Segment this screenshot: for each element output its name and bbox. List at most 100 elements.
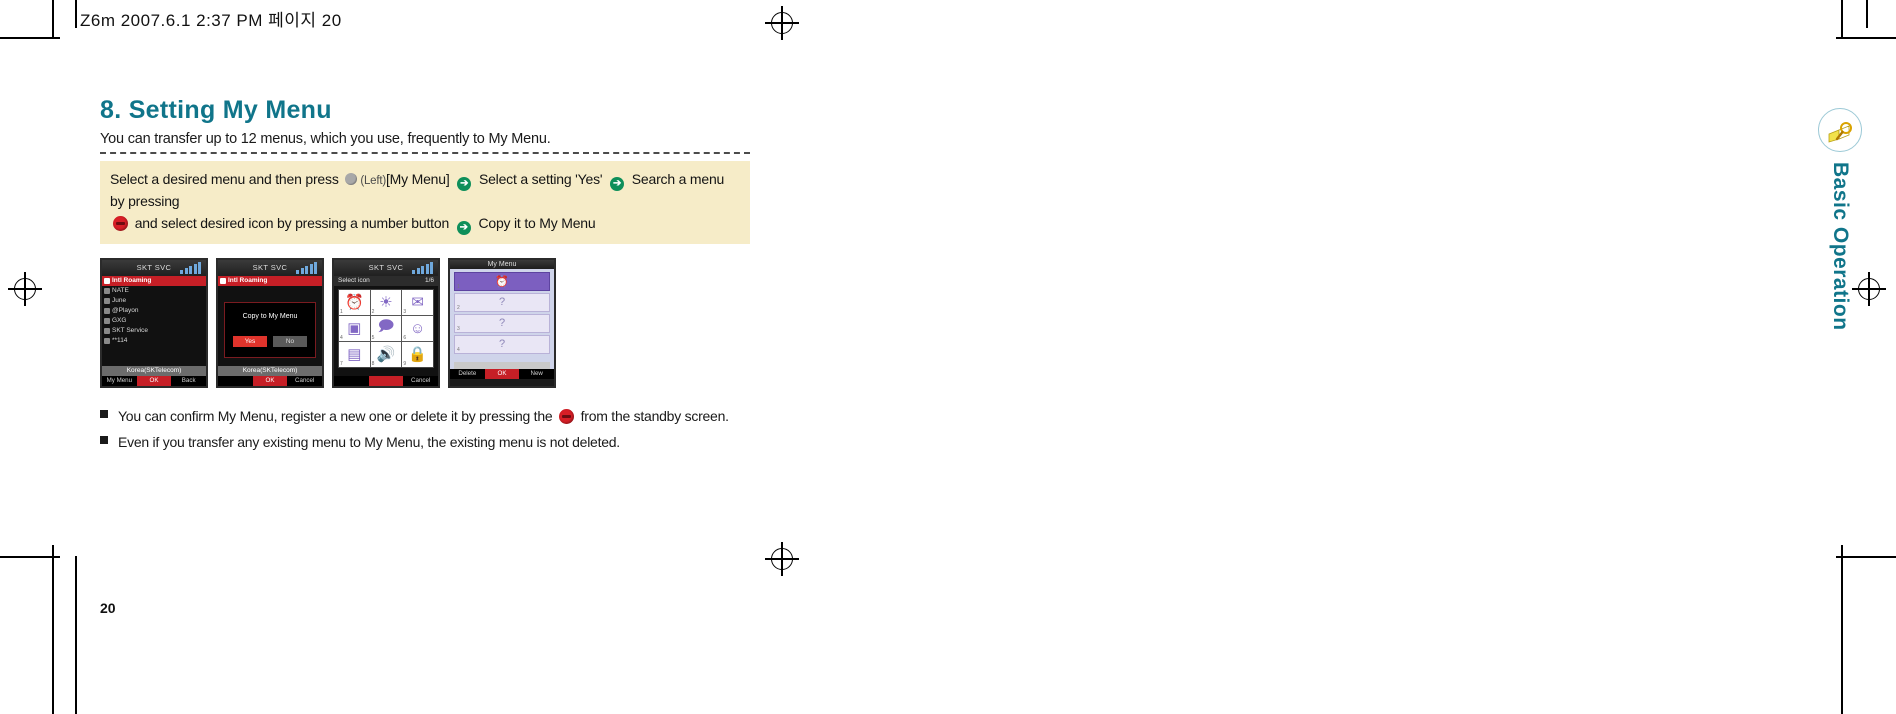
dialog-no-button: No	[273, 335, 307, 347]
item-number: 3	[457, 325, 460, 332]
item-icon	[104, 318, 110, 325]
item-number: 4	[457, 346, 460, 353]
phone-status-bar: SKT SVC	[218, 259, 322, 276]
book-magnifier-icon	[1818, 108, 1862, 152]
softkey-right: Cancel	[295, 376, 315, 384]
my-menu-scroll-bar	[454, 361, 550, 369]
arrow-right-icon: ➔	[457, 177, 472, 191]
item-icon	[104, 308, 110, 315]
phone-status-title: SKT SVC	[136, 263, 172, 273]
phone-list-label: SKT Service	[112, 327, 149, 335]
phone-softkey-bar: Delete OK New	[450, 368, 554, 379]
icon-number: 5	[371, 334, 375, 341]
side-tab: Basic Operation	[1818, 108, 1862, 331]
square-bullet-icon	[100, 435, 108, 444]
softkey-right: Cancel	[411, 376, 431, 384]
phone-screenshot-copy-confirm: SKT SVC Intl Roaming Copy to My Menu Yes…	[216, 257, 324, 388]
phone-list-label: **114	[112, 337, 128, 345]
chat-icon: 🗩 5	[370, 315, 402, 341]
phone-screenshot-strip-left: SKT SVC Intl Roaming NATE June @Playon G…	[100, 257, 750, 388]
side-tab-title: Basic Operation	[1829, 162, 1852, 331]
signal-icon	[412, 261, 434, 274]
sun-icon: ☀ 2	[370, 289, 402, 315]
instruction-line1-b: Select a setting 'Yes'	[478, 171, 603, 187]
right-page: 9. Using Menu after Entering Numbers Ent…	[948, 0, 1896, 714]
left-column: 8. Setting My Menu You can transfer up t…	[100, 96, 750, 455]
left-page: 8. Setting My Menu You can transfer up t…	[0, 0, 948, 714]
alarm-icon: ⏰ 1	[339, 289, 370, 315]
phone-status-bar: SKT SVC	[334, 259, 438, 276]
item-number: 2	[457, 304, 460, 311]
confirm-key-icon-2	[559, 408, 575, 424]
signal-icon	[180, 261, 202, 274]
softkey-right: Back	[181, 376, 196, 384]
instruction-line2-b: Copy it to My Menu	[478, 214, 596, 231]
dialog-yes-button: Yes	[233, 335, 267, 347]
my-menu-list: ⏰ 1 ? 2 ? 3 ? 4	[450, 269, 554, 359]
phone-list-item: NATE	[102, 286, 206, 296]
phone-screenshot-select-icon: SKT SVC Select icon 1/6 ⏰ 1 ☀ 2 ✉ 3 ▣ 4 🗩 5 ☺…	[332, 257, 440, 388]
phone-status-title: SKT SVC	[252, 263, 288, 273]
icon-number: 6	[403, 334, 407, 341]
bullet-2-before: Even if you transfer any existing menu t…	[118, 433, 620, 450]
calendar-icon: ▤ 7	[339, 341, 370, 367]
icon-number: 8	[371, 360, 375, 367]
phone-body: ⏰ 1 ? 2 ? 3 ? 4 Delete OK New	[450, 268, 554, 379]
icon-number: 4	[340, 334, 343, 341]
arrow-right-icon-3: ➔	[456, 220, 471, 235]
item-icon	[104, 298, 110, 305]
phone-list-label: Intl Roaming	[112, 277, 152, 285]
item-icon	[104, 288, 110, 295]
phone-screenshot-my-menu: My Menu ⏰ 1 ? 2 ? 3 ? 4 Delete OK New	[448, 257, 556, 388]
instruction-line2-a: and select desired icon by pressing a nu…	[134, 214, 450, 231]
phone-screenshot-menu-list: SKT SVC Intl Roaming NATE June @Playon G…	[100, 257, 208, 388]
my-menu-item: ? 3	[454, 313, 550, 333]
icon-number: 7	[340, 360, 343, 367]
my-menu-item-label: ?	[498, 296, 506, 309]
my-menu-item: ? 4	[454, 334, 550, 354]
softkey-center: OK	[252, 375, 288, 386]
softkey-center: OK	[136, 375, 172, 386]
softkey-left: My Menu	[106, 376, 133, 384]
camera-icon: ▣ 4	[339, 315, 370, 341]
envelope-icon: ✉ 3	[402, 289, 433, 315]
softkey-right: New	[530, 369, 543, 377]
bullet-1-after: from the standby screen.	[580, 407, 729, 424]
phone-list-label: June	[112, 297, 127, 305]
icon-number: 2	[371, 308, 375, 315]
dialog-message: Copy to My Menu	[242, 312, 298, 320]
phone-list-label: Intl Roaming	[228, 277, 268, 285]
key-bracket-my-menu: [My Menu]	[385, 171, 450, 187]
phone-body: Select icon 1/6 ⏰ 1 ☀ 2 ✉ 3 ▣ 4 🗩 5 ☺ 6 ▤ 7 🔊 8 …	[334, 275, 438, 386]
phone-softkey-bar: My Menu OK Back	[102, 375, 206, 386]
phone-list-label: @Playon	[112, 307, 139, 315]
phone-status-bar: SKT SVC	[102, 259, 206, 276]
page-title-left: 8. Setting My Menu	[100, 96, 332, 124]
confirm-key-icon	[113, 215, 128, 231]
key-left-label: (Left)	[360, 175, 386, 187]
phone-footer-label: Korea(SKTelecom)	[102, 365, 206, 376]
icon-number: 1	[340, 308, 343, 315]
bullet-item-1: You can confirm My Menu, register a new …	[100, 404, 750, 430]
my-menu-item-label: ?	[498, 317, 506, 330]
phone-list-item: SKT Service	[102, 326, 206, 336]
softkey-center: OK	[484, 368, 520, 379]
softkey-left	[218, 376, 253, 386]
phone-softkey-bar: OK Cancel	[218, 375, 322, 386]
icon-grid: ⏰ 1 ☀ 2 ✉ 3 ▣ 4 🗩 5 ☺ 6 ▤ 7 🔊 8 🔒 9	[338, 288, 434, 368]
page-number-left: 20	[100, 600, 116, 616]
lock-icon: 🔒 9	[402, 341, 433, 367]
my-menu-item-label: ?	[498, 338, 506, 351]
item-icon	[104, 338, 110, 345]
phone-list-item: @Playon	[102, 306, 206, 316]
phone-softkey-bar: Cancel	[334, 375, 438, 386]
smiley-icon: ☺ 6	[402, 315, 433, 341]
select-icon-title: Select icon	[338, 277, 370, 285]
dialog-buttons: Yes No	[233, 335, 307, 347]
phone-body: Intl Roaming Copy to My Menu Yes No Kore…	[218, 275, 322, 386]
phone-list-item: Intl Roaming	[102, 275, 206, 286]
item-number: 1	[457, 283, 460, 290]
arrow-right-icon-2: ➔	[610, 177, 625, 191]
signal-icon	[296, 261, 318, 274]
phone-list-item: June	[102, 296, 206, 306]
